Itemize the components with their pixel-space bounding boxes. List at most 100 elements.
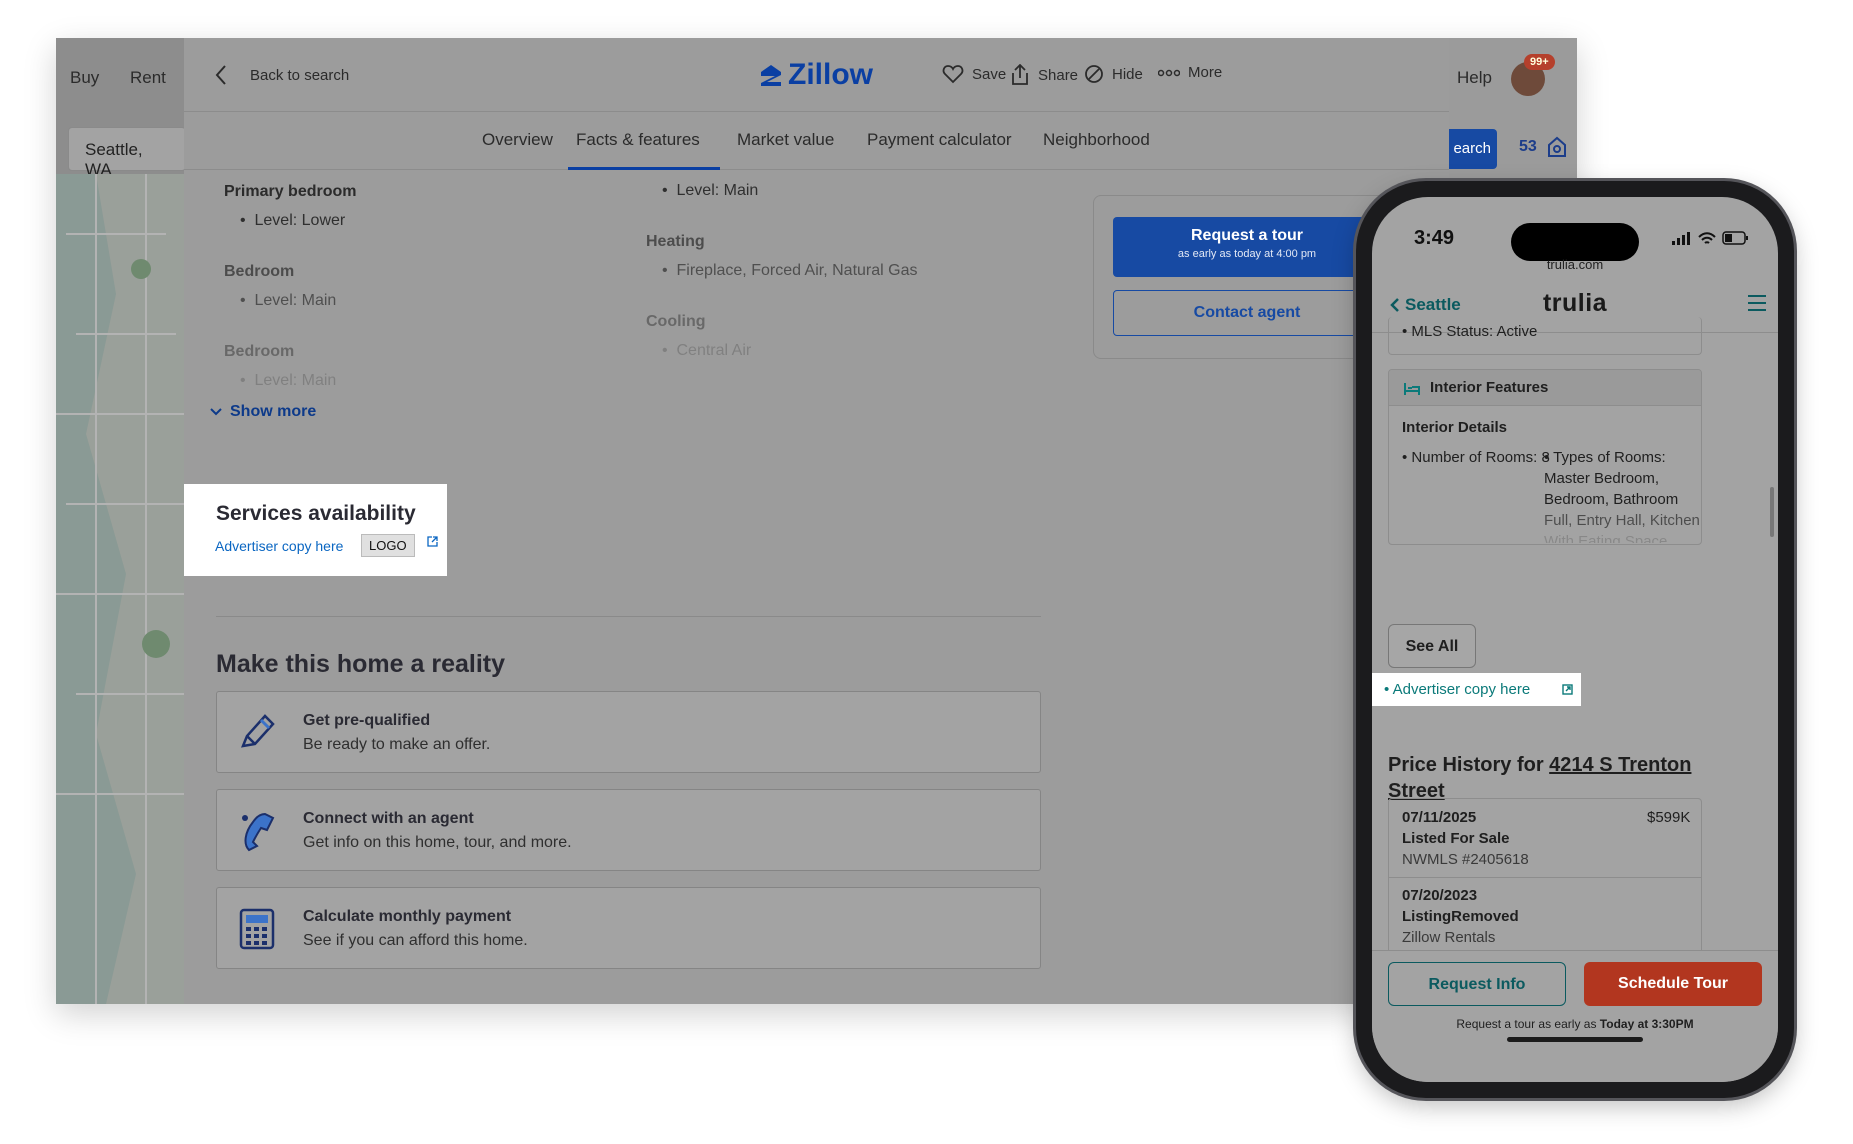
location-search-input[interactable]: Seattle, WA: [68, 127, 186, 179]
price-history-divider: [1389, 877, 1701, 878]
section-divider: [216, 616, 1041, 617]
contact-agent-button[interactable]: Contact agent: [1113, 290, 1381, 336]
active-tab-indicator: [568, 167, 720, 170]
share-button[interactable]: Share: [1010, 64, 1078, 86]
calculate-payment-card[interactable]: Calculate monthly payment See if you can…: [216, 887, 1041, 969]
see-all-button[interactable]: See All: [1388, 624, 1476, 668]
more-button[interactable]: More: [1158, 64, 1222, 81]
menu-icon[interactable]: [1748, 295, 1766, 311]
signal-icon: [1672, 231, 1690, 245]
saved-homes-count[interactable]: 53: [1519, 138, 1537, 156]
connect-agent-subtitle: Get info on this home, tour, and more.: [303, 834, 572, 851]
schedule-tour-button[interactable]: Schedule Tour: [1584, 962, 1762, 1006]
services-availability-section: Services availability Advertiser copy he…: [184, 484, 447, 576]
types-of-rooms-line: Master Bedroom,: [1544, 470, 1660, 487]
advertiser-link[interactable]: • Advertiser copy here: [1384, 681, 1530, 698]
save-label: Save: [972, 65, 1007, 83]
home-indicator: [1507, 1037, 1643, 1042]
browser-url[interactable]: trulia.com: [1372, 257, 1778, 272]
zillow-z-icon: [761, 65, 781, 86]
bedroom-level-2: • Level: Main: [240, 372, 337, 389]
map-thumbnail[interactable]: [56, 174, 184, 1004]
more-label: More: [1188, 64, 1223, 81]
external-link-icon[interactable]: [427, 536, 438, 547]
hide-label: Hide: [1112, 65, 1143, 83]
types-of-rooms-line: Full, Entry Hall, Kitchen: [1544, 512, 1700, 529]
hide-button[interactable]: Hide: [1084, 64, 1143, 84]
tab-neighborhood[interactable]: Neighborhood: [1043, 130, 1150, 150]
make-home-reality-heading: Make this home a reality: [216, 650, 506, 678]
chevron-left-icon: [215, 65, 226, 85]
bottom-action-bar: Request Info Schedule Tour Request a tou…: [1372, 950, 1778, 1082]
nav-help[interactable]: Help: [1457, 68, 1492, 88]
tab-payment-calculator[interactable]: Payment calculator: [867, 130, 1012, 150]
connect-agent-title: Connect with an agent: [303, 810, 474, 827]
home-icon[interactable]: [1547, 136, 1567, 158]
tour-note: Request a tour as early as Today at 3:30…: [1372, 1017, 1778, 1031]
trulia-logo: trulia: [1542, 289, 1608, 317]
dynamic-island: [1511, 223, 1639, 261]
request-tour-button[interactable]: Request a tour as early as today at 4:00…: [1113, 217, 1381, 277]
number-of-rooms: • Number of Rooms: 8: [1402, 449, 1550, 466]
modal-header: Back to search Zillow Save Share Hide Mo…: [184, 38, 1449, 112]
connect-agent-card[interactable]: Connect with an agent Get info on this h…: [216, 789, 1041, 871]
scrollbar[interactable]: [1770, 487, 1774, 537]
nav-rent[interactable]: Rent: [130, 68, 166, 88]
phone-agent-icon: [242, 812, 275, 852]
services-availability-heading: Services availability: [216, 502, 416, 525]
listing-modal: Back to search Zillow Save Share Hide Mo…: [184, 38, 1449, 1004]
nav-buy[interactable]: Buy: [70, 68, 99, 88]
phone-screen: 3:49 trulia.com Seattle trulia • MLS Sta…: [1372, 197, 1778, 1082]
bedroom-heading-2: Bedroom: [224, 343, 295, 360]
background-left-panel: Buy Rent Seattle, WA: [56, 38, 186, 1004]
price-history-event: ListingRemoved: [1402, 908, 1519, 925]
request-info-button[interactable]: Request Info: [1388, 962, 1566, 1006]
interior-features-title[interactable]: Interior Features: [1430, 379, 1548, 396]
listing-tabs: Overview Facts & features Market value P…: [184, 112, 1449, 170]
price-history-source: Zillow Rentals: [1402, 929, 1496, 946]
external-link-icon[interactable]: [1562, 684, 1573, 695]
interior-details-title: Interior Details: [1402, 419, 1508, 436]
types-of-rooms-line: Bedroom, Bathroom: [1544, 491, 1679, 508]
wifi-icon: [1698, 231, 1716, 244]
bedroom-heading: Bedroom: [224, 263, 295, 280]
advertiser-highlight: • Advertiser copy here: [1372, 673, 1581, 706]
back-to-search-link[interactable]: Back to search: [214, 64, 349, 86]
phone-frame: 3:49 trulia.com Seattle trulia • MLS Sta…: [1356, 181, 1794, 1098]
show-more-link[interactable]: Show more: [210, 403, 316, 421]
search-button[interactable]: earch: [1449, 129, 1497, 169]
advertiser-link[interactable]: Advertiser copy here: [215, 538, 343, 554]
tab-facts-features[interactable]: Facts & features: [576, 130, 700, 150]
level-item: • Level: Main: [662, 182, 759, 199]
more-dots-icon: [1158, 69, 1180, 76]
address-link[interactable]: 4214 S Trenton: [1549, 754, 1691, 776]
price-history-price: $599K: [1647, 809, 1691, 826]
tour-note-prefix: Request a tour as early as: [1456, 1017, 1597, 1031]
show-more-label: Show more: [230, 403, 317, 420]
price-history-date: 07/11/2025: [1402, 809, 1477, 826]
tab-overview[interactable]: Overview: [482, 130, 553, 150]
prequalified-title: Get pre-qualified: [303, 712, 431, 729]
heating-item: • Fireplace, Forced Air, Natural Gas: [662, 262, 918, 279]
price-history-event: Listed For Sale: [1402, 830, 1510, 847]
hide-icon: [1085, 65, 1103, 83]
price-history-source: NWMLS #2405618: [1402, 851, 1529, 868]
zillow-window: Buy Rent Seattle, WA Help 99+ earch 53 B…: [56, 38, 1577, 1004]
prequalified-card[interactable]: Get pre-qualified Be ready to make an of…: [216, 691, 1041, 773]
share-label: Share: [1038, 66, 1079, 84]
heating-heading: Heating: [646, 233, 705, 250]
primary-bedroom-level: • Level: Lower: [240, 212, 346, 229]
zillow-wordmark: Zillow: [788, 58, 873, 91]
calculate-payment-subtitle: See if you can afford this home.: [303, 932, 528, 949]
save-button[interactable]: Save: [942, 64, 1006, 84]
status-time: 3:49: [1414, 227, 1455, 249]
tab-market-value[interactable]: Market value: [737, 130, 834, 150]
price-history-prefix: Price History for: [1388, 754, 1544, 776]
request-tour-subtext: as early as today at 4:00 pm: [1177, 248, 1317, 260]
bed-icon: [1404, 383, 1420, 395]
price-history-title: Price History for 4214 S Trenton Street: [1388, 752, 1718, 804]
calculator-icon: [239, 908, 275, 950]
price-history-date: 07/20/2023: [1402, 887, 1478, 904]
heart-icon: [942, 65, 964, 84]
advertiser-logo[interactable]: LOGO: [361, 534, 415, 557]
